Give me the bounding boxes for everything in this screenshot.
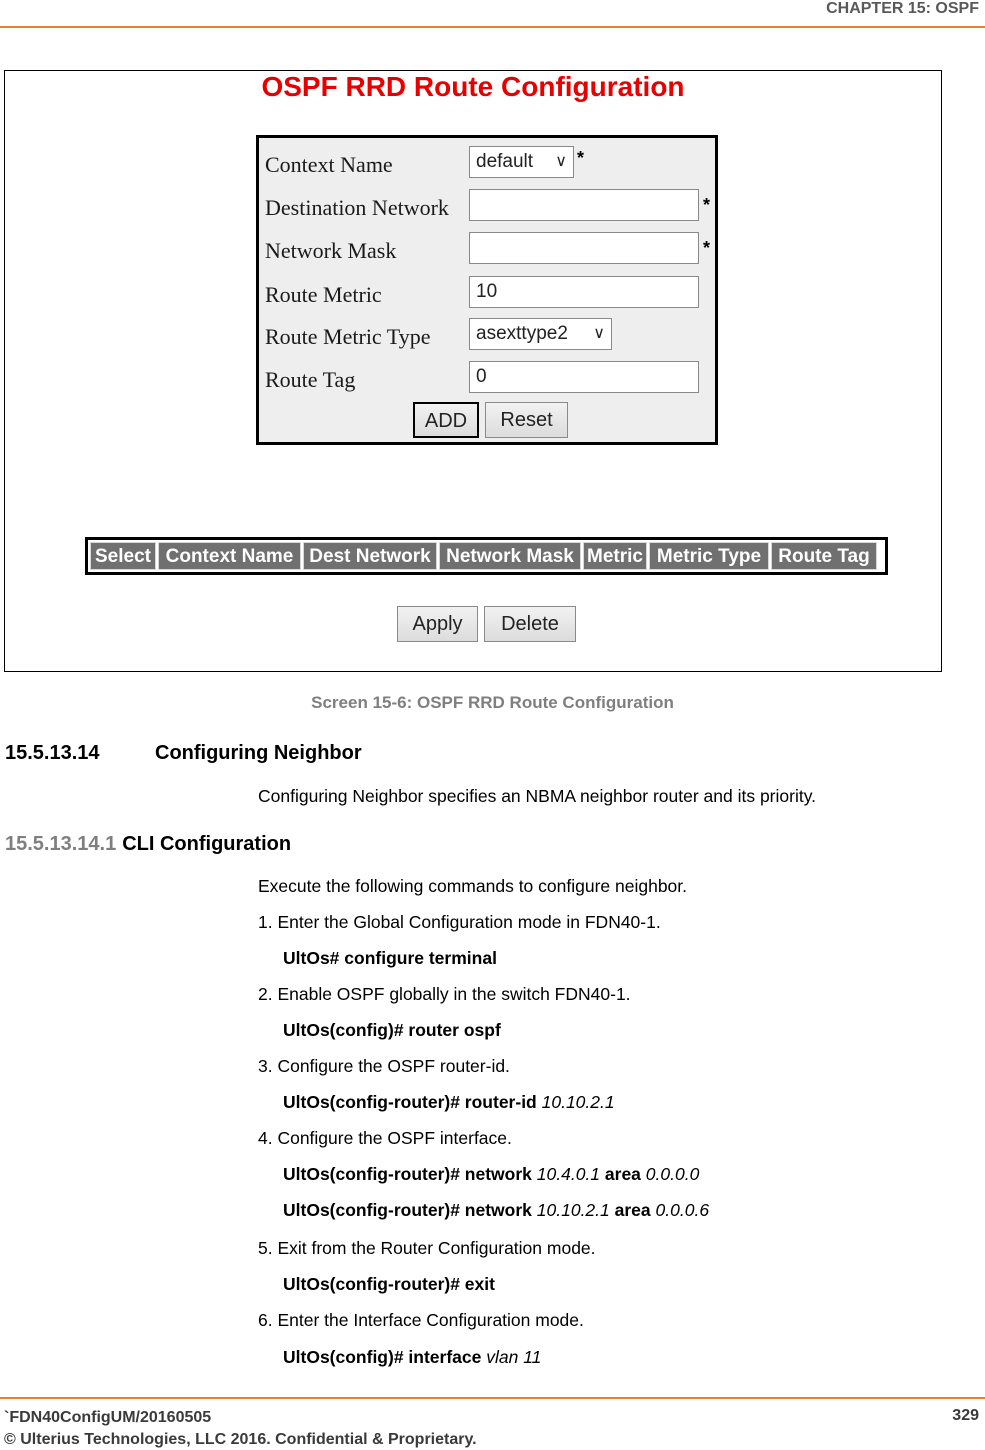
- column-header-network-mask: Network Mask: [439, 542, 581, 570]
- screenshot-frame: OSPF RRD Route Configuration Context Nam…: [4, 70, 942, 672]
- network-mask-label: Network Mask: [265, 238, 397, 263]
- apply-button[interactable]: Apply: [397, 606, 478, 642]
- section-intro: Configuring Neighbor specifies an NBMA n…: [258, 786, 817, 806]
- command-keyword: UltOs# configure terminal: [283, 948, 497, 968]
- required-marker: *: [703, 238, 711, 258]
- column-header-context-name: Context Name: [158, 542, 301, 570]
- command-keyword: UltOs(config)# router ospf: [283, 1020, 501, 1040]
- step-text: 5. Exit from the Router Configuration mo…: [258, 1238, 596, 1258]
- subsection-title: CLI Configuration: [122, 833, 292, 855]
- command-argument: 0.0.0.0: [645, 1164, 700, 1184]
- step-text: 3. Configure the OSPF router-id.: [258, 1056, 510, 1076]
- delete-button[interactable]: Delete: [484, 606, 576, 642]
- column-header-metric: Metric: [583, 542, 647, 570]
- route-tag-input[interactable]: 0: [469, 361, 699, 393]
- required-marker: *: [577, 148, 585, 168]
- subsection-number: 15.5.13.14.1: [5, 833, 117, 855]
- route-metric-type-label: Route Metric Type: [265, 324, 431, 349]
- column-header-select: Select: [90, 542, 156, 570]
- footer-left: `FDN40ConfigUM/20160505 © Ulterius Techn…: [4, 1407, 477, 1450]
- command-keyword: UltOs(config-router)# network: [283, 1200, 532, 1220]
- column-header-dest-network: Dest Network: [303, 542, 437, 570]
- column-header-metric-type: Metric Type: [649, 542, 769, 570]
- cli-command: UltOs(config-router)# network 10.10.2.1 …: [283, 1200, 709, 1221]
- route-metric-label: Route Metric: [265, 282, 382, 307]
- page-number: 329: [952, 1407, 979, 1424]
- command-argument: 0.0.0.6: [655, 1200, 710, 1220]
- context-name-label: Context Name: [265, 152, 393, 177]
- command-keyword: UltOs(config-router)# exit: [283, 1274, 495, 1294]
- figure-caption: Screen 15-6: OSPF RRD Route Configuratio…: [311, 693, 674, 712]
- copyright: © Ulterius Technologies, LLC 2016. Confi…: [4, 1431, 477, 1448]
- chevron-down-icon: ∨: [555, 153, 567, 170]
- route-metric-type-value: asexttype2: [476, 323, 568, 344]
- column-header-route-tag: Route Tag: [771, 542, 877, 570]
- context-name-value: default: [476, 151, 534, 172]
- cli-command: UltOs# configure terminal: [283, 948, 497, 969]
- cli-command: UltOs(config-router)# exit: [283, 1274, 495, 1295]
- command-argument: 10.4.0.1: [536, 1164, 601, 1184]
- add-button[interactable]: ADD: [413, 402, 479, 438]
- subsection-intro: Execute the following commands to config…: [258, 876, 688, 896]
- route-tag-label: Route Tag: [265, 367, 356, 392]
- cli-command: UltOs(config)# interface vlan 11: [283, 1347, 541, 1368]
- destination-network-input[interactable]: [469, 189, 699, 221]
- command-keyword: UltOs(config-router)# router-id: [283, 1092, 537, 1112]
- subsection-heading: 15.5.13.14.1 CLI Configuration: [5, 833, 291, 856]
- section-heading: 15.5.13.14 Configuring Neighbor: [5, 742, 362, 765]
- route-metric-type-select[interactable]: asexttype2 ∨: [469, 318, 612, 350]
- step-text: 1. Enter the Global Configuration mode i…: [258, 912, 661, 932]
- section-title: Configuring Neighbor: [155, 742, 362, 764]
- required-marker: *: [703, 195, 711, 215]
- command-argument: vlan 11: [486, 1347, 542, 1367]
- reset-button[interactable]: Reset: [485, 402, 568, 438]
- doc-id: `FDN40ConfigUM/20160505: [4, 1409, 212, 1426]
- command-keyword: area: [614, 1200, 651, 1220]
- cli-command: UltOs(config-router)# router-id 10.10.2.…: [283, 1092, 615, 1113]
- step-text: 2. Enable OSPF globally in the switch FD…: [258, 984, 631, 1004]
- network-mask-input[interactable]: [469, 232, 699, 264]
- section-number: 15.5.13.14: [5, 742, 100, 764]
- destination-network-label: Destination Network: [265, 195, 449, 220]
- footer-rule: [0, 1397, 985, 1399]
- command-argument: 10.10.2.1: [541, 1092, 615, 1112]
- chevron-down-icon: ∨: [593, 325, 605, 342]
- command-keyword: UltOs(config-router)# network: [283, 1164, 532, 1184]
- command-argument: 10.10.2.1: [536, 1200, 610, 1220]
- header-rule: [0, 26, 985, 28]
- screen-title: OSPF RRD Route Configuration: [261, 71, 685, 102]
- cli-command: UltOs(config-router)# network 10.4.0.1 a…: [283, 1164, 699, 1185]
- route-table-header: Select Context Name Dest Network Network…: [85, 537, 888, 575]
- cli-command: UltOs(config)# router ospf: [283, 1020, 501, 1041]
- route-metric-input[interactable]: 10: [469, 276, 699, 308]
- context-name-select[interactable]: default ∨: [469, 146, 574, 178]
- command-keyword: area: [604, 1164, 641, 1184]
- step-text: 6. Enter the Interface Configuration mod…: [258, 1310, 584, 1330]
- chapter-header: CHAPTER 15: OSPF: [826, 0, 979, 17]
- step-text: 4. Configure the OSPF interface.: [258, 1128, 512, 1148]
- command-keyword: UltOs(config)# interface: [283, 1347, 482, 1367]
- route-config-form: Context Name default ∨ * Destination Net…: [256, 135, 718, 445]
